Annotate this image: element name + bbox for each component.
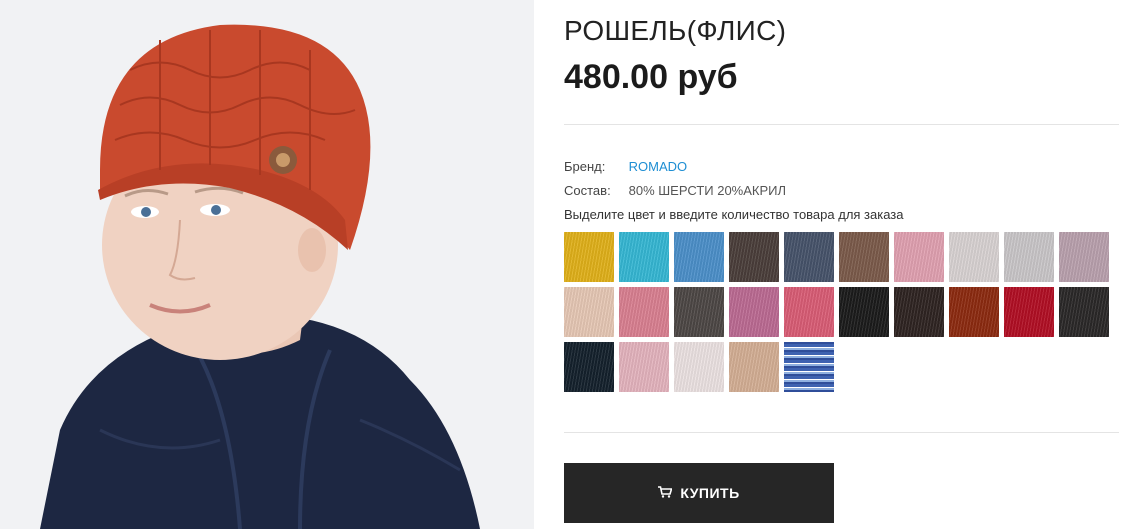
color-swatch[interactable] bbox=[894, 232, 944, 282]
color-swatch[interactable] bbox=[674, 342, 724, 392]
color-swatch[interactable] bbox=[729, 232, 779, 282]
color-swatch[interactable] bbox=[784, 342, 834, 392]
color-swatch[interactable] bbox=[839, 232, 889, 282]
brand-label: Бренд: bbox=[564, 159, 606, 174]
color-swatch[interactable] bbox=[949, 287, 999, 337]
color-swatch[interactable] bbox=[1059, 232, 1109, 282]
color-swatch[interactable] bbox=[784, 287, 834, 337]
buy-button-label: КУПИТЬ bbox=[680, 485, 740, 501]
color-swatch[interactable] bbox=[619, 232, 669, 282]
color-swatch[interactable] bbox=[729, 342, 779, 392]
color-swatch[interactable] bbox=[839, 287, 889, 337]
color-swatch[interactable] bbox=[894, 287, 944, 337]
color-swatch[interactable] bbox=[729, 287, 779, 337]
composition-value: 80% ШЕРСТИ 20%АКРИЛ bbox=[628, 183, 787, 198]
color-swatch[interactable] bbox=[949, 232, 999, 282]
composition-label: Состав: bbox=[564, 183, 611, 198]
divider bbox=[564, 432, 1119, 433]
color-swatch[interactable] bbox=[619, 287, 669, 337]
product-photo[interactable] bbox=[0, 0, 534, 529]
color-swatch[interactable] bbox=[674, 232, 724, 282]
product-title: РОШЕЛЬ(ФЛИС) bbox=[564, 15, 787, 46]
product-price: 480.00 руб bbox=[564, 58, 738, 96]
cart-icon bbox=[658, 485, 673, 501]
color-swatch[interactable] bbox=[784, 232, 834, 282]
color-swatch[interactable] bbox=[564, 342, 614, 392]
divider bbox=[564, 124, 1119, 125]
color-swatch[interactable] bbox=[1059, 287, 1109, 337]
color-swatch[interactable] bbox=[674, 287, 724, 337]
buy-button[interactable]: КУПИТЬ bbox=[564, 463, 834, 523]
color-swatch[interactable] bbox=[564, 287, 614, 337]
color-swatch[interactable] bbox=[1004, 232, 1054, 282]
brand-link[interactable]: ROMADO bbox=[629, 159, 688, 174]
composition-row: Состав: 80% ШЕРСТИ 20%АКРИЛ bbox=[564, 183, 786, 198]
color-swatch[interactable] bbox=[1004, 287, 1054, 337]
color-swatch[interactable] bbox=[564, 232, 614, 282]
brand-row: Бренд: ROMADO bbox=[564, 159, 687, 174]
color-hint: Выделите цвет и введите количество товар… bbox=[564, 207, 904, 222]
color-swatch[interactable] bbox=[619, 342, 669, 392]
